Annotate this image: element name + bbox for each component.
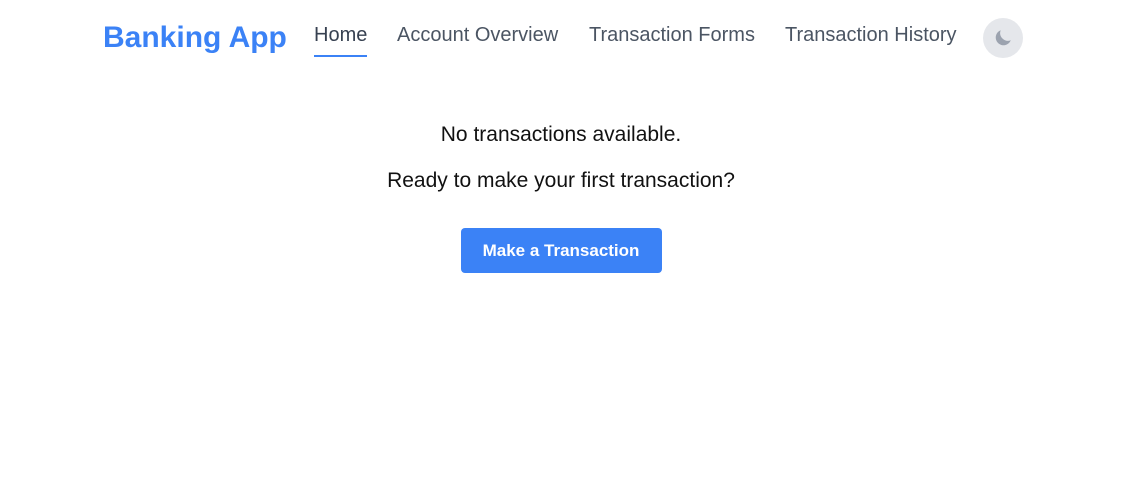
nav-transaction-history[interactable]: Transaction History: [785, 22, 957, 48]
nav-transaction-forms[interactable]: Transaction Forms: [589, 22, 755, 48]
main-content: No transactions available. Ready to make…: [0, 110, 1122, 273]
nav-home[interactable]: Home: [314, 22, 368, 57]
empty-state-message: No transactions available.: [440, 123, 682, 146]
nav-account-overview[interactable]: Account Overview: [397, 22, 558, 48]
moon-icon: [995, 30, 1011, 46]
first-transaction-prompt: Ready to make your first transaction?: [387, 169, 735, 192]
make-transaction-button[interactable]: Make a Transaction: [460, 228, 662, 273]
navbar: Banking App Home Account Overview Transa…: [0, 0, 1122, 80]
theme-toggle-button[interactable]: [983, 18, 1023, 58]
brand-logo[interactable]: Banking App: [103, 20, 287, 56]
